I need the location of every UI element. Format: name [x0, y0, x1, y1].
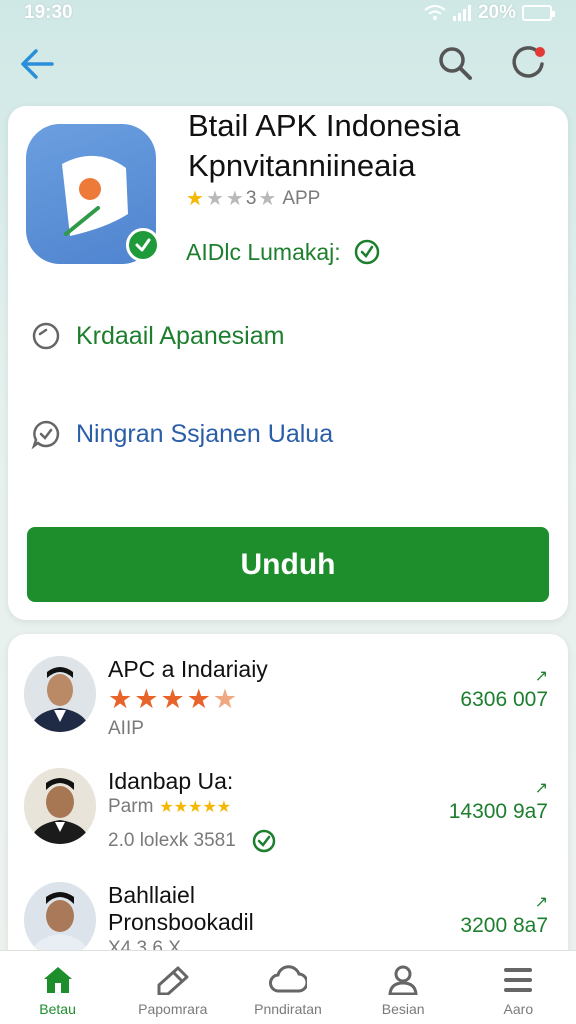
refresh-icon	[512, 46, 545, 78]
list-item[interactable]: Idanbap Ua: Parm ★★★★★ 2.0 lolexk 3581 ↗ …	[8, 760, 568, 870]
rating-row: ★ ★ ★ 3 ★ APP	[186, 188, 320, 210]
item-size: 3200 8a7	[460, 914, 548, 937]
chat-check-icon	[31, 420, 60, 450]
item-size: 6306 007	[460, 688, 548, 711]
info-row-1: Krdaail Apanesiam	[30, 320, 284, 352]
star-icon: ★	[134, 684, 159, 714]
info-text-1: Krdaail Apanesiam	[76, 321, 285, 350]
nav-item-edit[interactable]: Papomrara	[118, 951, 228, 1024]
item-subtitle: AIIP	[108, 718, 144, 739]
info-text-2: Ningran Ssjanen Ualua	[76, 419, 334, 448]
star-icon: ★	[186, 188, 204, 210]
verified-badge	[126, 228, 160, 262]
nav-label: Papomrara	[138, 1001, 208, 1017]
check-circle-icon	[354, 239, 379, 265]
arrow-left-icon	[21, 49, 54, 79]
list-item[interactable]: Bahllaiel Pronsbookadil X4 3.6 X ↗ 3200 …	[8, 874, 568, 954]
status-icons: 20%	[424, 2, 555, 24]
item-size: 14300 9a7	[448, 800, 548, 823]
external-arrow-icon: ↗	[534, 780, 548, 797]
list-item[interactable]: APC a Indariaiy ★ ★ ★ ★ ★ AIIP ↗ 6306 00…	[8, 648, 568, 758]
bottom-navigation: Betau Papomrara Pnndiratan Besian Aaro	[0, 950, 576, 1024]
person-avatar-icon	[24, 768, 96, 844]
person-avatar-icon	[24, 882, 96, 954]
avatar	[24, 656, 96, 732]
item-name: APC a Indariaiy	[108, 656, 268, 682]
status-time: 19:30	[24, 2, 73, 23]
avatar	[24, 882, 96, 954]
app-detail-card: Btail APK Indonesia Kpnvitanniineaia ★ ★…	[8, 106, 568, 620]
person-avatar-icon	[24, 656, 96, 732]
clock-icon	[32, 322, 60, 350]
star-icon: ★	[108, 684, 133, 714]
check-icon	[135, 238, 151, 252]
external-arrow-icon: ↗	[534, 894, 548, 911]
back-button[interactable]	[18, 44, 58, 84]
rating-value: 3	[245, 188, 257, 209]
battery-icon	[522, 5, 555, 21]
star-icon: ★	[258, 188, 277, 210]
item-sub-label: Parm	[108, 796, 154, 817]
nav-label: Besian	[381, 1001, 425, 1017]
app-title-line2: Kpnvitanniineaia	[188, 148, 416, 183]
compatibility-text: AIDlc Lumakaj:	[186, 238, 341, 265]
item-meta-text: 2.0 lolexk 3581	[108, 830, 236, 852]
item-rating: ★★★★★	[159, 799, 232, 816]
search-icon	[439, 47, 472, 80]
user-icon	[388, 965, 418, 995]
nav-label: Betau	[39, 1001, 76, 1017]
compatibility-row: AIDlc Lumakaj:	[186, 238, 381, 266]
nav-item-profile[interactable]: Besian	[348, 951, 458, 1024]
edit-icon	[157, 966, 189, 995]
info-row-2: Ningran Ssjanen Ualua	[30, 418, 333, 450]
top-bar	[0, 38, 576, 90]
signal-icon	[452, 5, 471, 21]
check-circle-icon	[252, 829, 276, 853]
nav-item-home[interactable]: Betau	[3, 951, 113, 1024]
item-subtitle: Parm ★★★★★	[108, 796, 231, 818]
avatar	[24, 768, 96, 844]
star-icon: ★	[160, 684, 185, 714]
home-icon	[43, 967, 72, 993]
refresh-button[interactable]	[508, 42, 550, 84]
nav-item-menu[interactable]: Aaro	[463, 951, 573, 1024]
item-name: Idanbap Ua:	[108, 768, 234, 794]
cloud-icon	[268, 965, 307, 993]
nav-item-cloud[interactable]: Pnndiratan	[233, 951, 343, 1024]
related-apps-list: APC a Indariaiy ★ ★ ★ ★ ★ AIIP ↗ 6306 00…	[8, 634, 568, 954]
item-name-line1: Bahllaiel	[108, 882, 195, 908]
star-icon: ★	[225, 188, 244, 210]
item-meta: 2.0 lolexk 3581	[108, 828, 277, 854]
battery-percent: 20%	[477, 2, 516, 23]
star-icon: ★	[186, 684, 211, 714]
status-bar: 19:30 20%	[0, 0, 576, 26]
item-rating: ★ ★ ★ ★ ★	[108, 686, 237, 713]
star-icon: ★	[205, 188, 224, 210]
item-name: Bahllaiel Pronsbookadil	[108, 882, 254, 936]
star-half-icon: ★	[212, 684, 238, 714]
item-name-line2: Pronsbookadil	[108, 909, 254, 935]
download-button[interactable]: Unduh	[27, 527, 549, 602]
app-title: Btail APK Indonesia Kpnvitanniineaia	[188, 106, 558, 186]
menu-icon	[504, 968, 533, 992]
wifi-icon	[424, 5, 446, 20]
app-title-line1: Btail APK Indonesia	[188, 108, 461, 143]
nav-label: Aaro	[503, 1001, 534, 1017]
app-type-label: APP	[282, 188, 321, 209]
nav-label: Pnndiratan	[254, 1001, 322, 1017]
external-arrow-icon: ↗	[534, 668, 548, 685]
search-button[interactable]	[434, 42, 476, 84]
